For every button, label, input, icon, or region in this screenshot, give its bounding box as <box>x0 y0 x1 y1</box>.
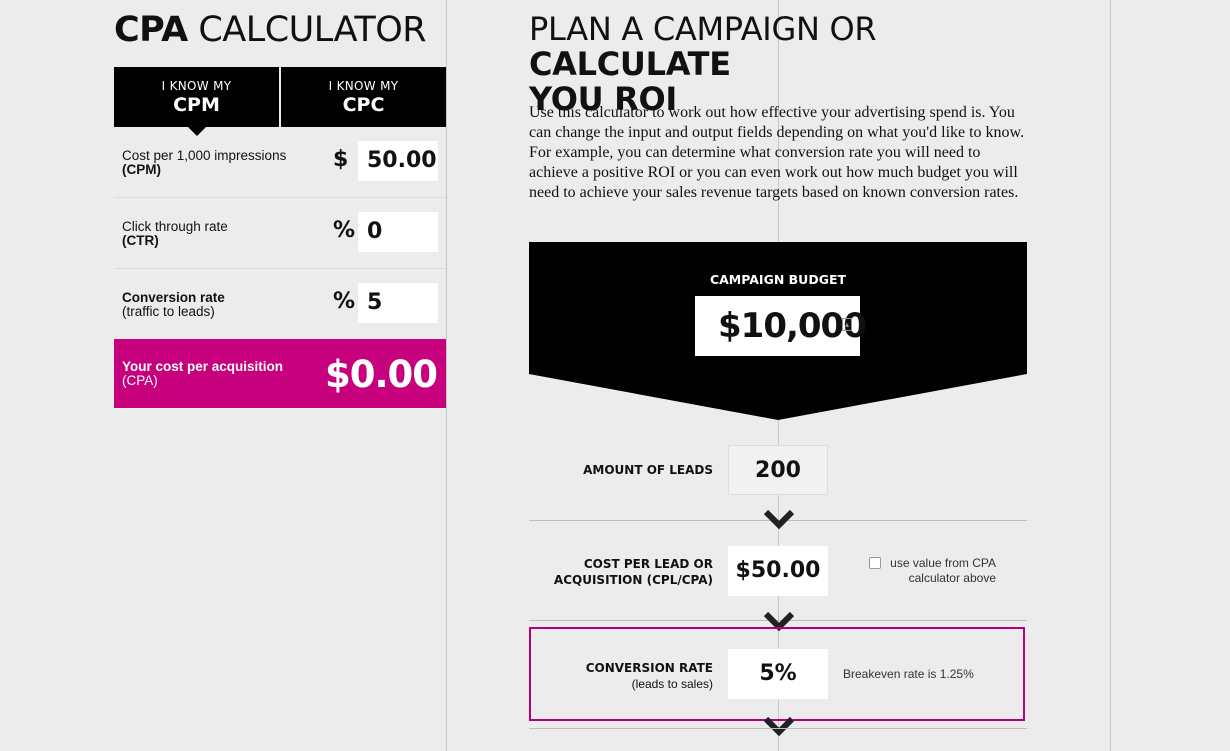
ctr-label: Click through rate (CTR) <box>122 219 228 248</box>
cpa-calculator-title: CPA CALCULATOR <box>114 10 427 50</box>
cpa-result-panel: Your cost per acquisition (CPA) $0.00 <box>114 339 446 408</box>
leads-label: AMOUNT OF LEADS <box>583 463 713 477</box>
cpm-input[interactable]: 50.00 <box>358 141 438 181</box>
roi-intro-text: Use this calculator to work out how effe… <box>529 104 1025 201</box>
cpa-result-label: Your cost per acquisition (CPA) <box>122 359 284 388</box>
conversion-row: Conversion rate (traffic to leads) % 5 <box>114 269 446 340</box>
conversion-rate-label: CONVERSION RATE (leads to sales) <box>585 661 713 691</box>
use-cpa-value-checkbox[interactable] <box>869 557 881 569</box>
cpl-label: COST PER LEAD OR ACQUISITION (CPL/CPA) <box>553 557 713 587</box>
cpa-result-value: $0.00 <box>324 353 438 396</box>
tab-cpm-label: CPM <box>173 93 220 116</box>
dollar-unit: $ <box>333 147 349 172</box>
conversion-input[interactable]: 5 <box>358 283 438 323</box>
use-cpa-value-label[interactable]: use value from CPA calculator above <box>883 556 996 586</box>
cpl-input[interactable]: $50.00 <box>728 546 828 596</box>
percent-unit: % <box>333 218 356 243</box>
campaign-budget-label: CAMPAIGN BUDGET <box>709 272 847 287</box>
percent-unit: % <box>333 289 356 314</box>
roi-planner-title: PLAN A CAMPAIGN OR CALCULATE YOU ROI <box>529 10 877 118</box>
conversion-label: Conversion rate (traffic to leads) <box>122 290 225 319</box>
tab-cpm-prefix: I KNOW MY <box>161 78 232 93</box>
cpm-row: Cost per 1,000 impressions (CPM) $ 50.00 <box>114 127 446 198</box>
chevron-down-icon <box>764 509 794 530</box>
tab-cpc[interactable]: I KNOW MY CPC <box>279 67 446 127</box>
chevron-down-icon <box>764 716 794 737</box>
conversion-rate-input[interactable]: 5% <box>728 649 828 699</box>
column-divider-left <box>446 0 447 751</box>
spinner-icon[interactable]: ▴ <box>842 318 852 331</box>
leads-value[interactable]: 200 <box>728 445 828 495</box>
tab-cpc-prefix: I KNOW MY <box>328 78 399 93</box>
divider <box>529 728 1027 729</box>
tab-cpm[interactable]: I KNOW MY CPM <box>114 67 279 136</box>
ctr-row: Click through rate (CTR) % 0 <box>114 198 446 269</box>
column-divider-right <box>1110 0 1111 751</box>
cpm-label: Cost per 1,000 impressions (CPM) <box>122 148 287 177</box>
campaign-budget-input[interactable]: $10,000 <box>695 296 867 356</box>
ctr-input[interactable]: 0 <box>358 212 438 252</box>
tab-cpc-label: CPC <box>342 93 385 116</box>
cpa-input-rows: Cost per 1,000 impressions (CPM) $ 50.00… <box>114 127 446 340</box>
breakeven-note: Breakeven rate is 1.25% <box>843 667 974 681</box>
cpa-mode-tabs: I KNOW MY CPM I KNOW MY CPC <box>114 67 446 136</box>
